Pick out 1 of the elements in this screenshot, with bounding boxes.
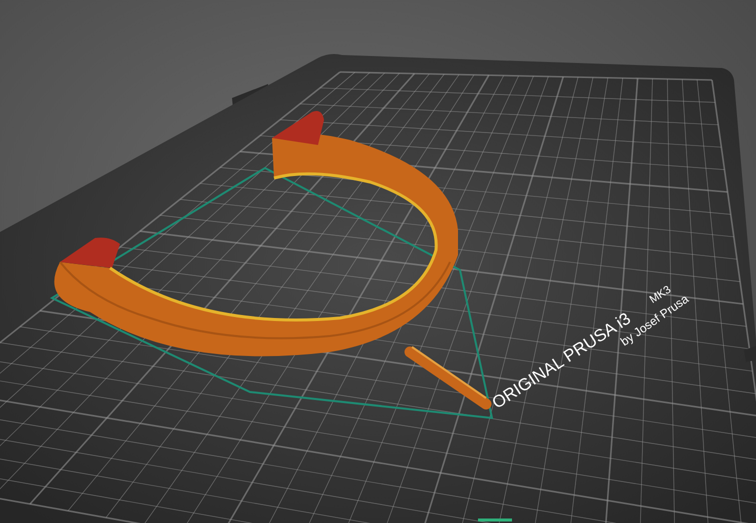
progress-marker bbox=[478, 518, 512, 522]
